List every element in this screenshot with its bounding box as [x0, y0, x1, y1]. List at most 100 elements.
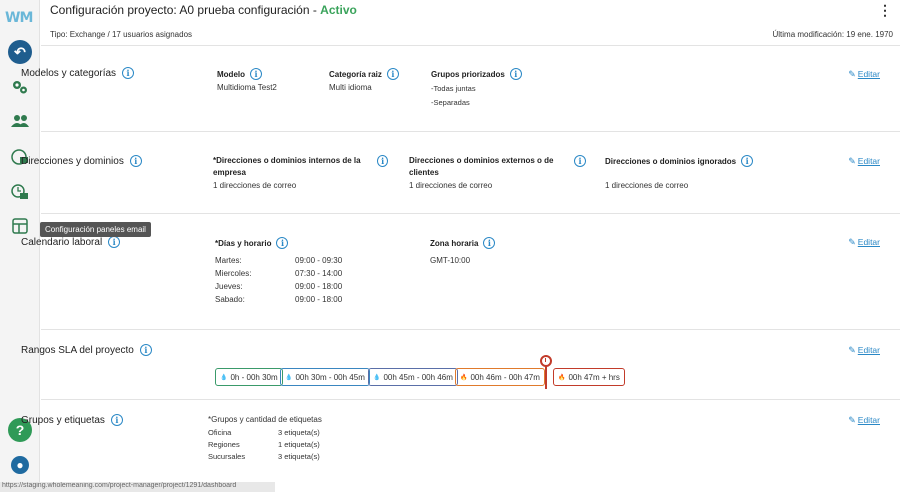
category-label: Categoría raiz i	[329, 68, 399, 80]
app-root: WM ↶ ? ● Configuración paneles email Con…	[0, 0, 900, 492]
schedule-row: Sabado: 09:00 - 18:00	[215, 295, 342, 304]
user-avatar-icon[interactable]: ●	[11, 456, 29, 474]
group-name: Oficina	[208, 428, 232, 437]
sla-range-chip: 💧 00h 30m - 00h 45m	[280, 368, 370, 386]
priority-groups-label: Grupos priorizados i	[431, 68, 522, 80]
group-count: 1 etiqueta(s)	[278, 440, 320, 449]
users-icon[interactable]	[8, 109, 32, 133]
priority-group-item: -Todas juntas	[431, 84, 476, 93]
info-icon[interactable]: i	[108, 236, 121, 248]
info-icon[interactable]: i	[386, 68, 399, 80]
section-title-text: Modelos y categorías	[21, 67, 117, 79]
info-icon[interactable]: i	[377, 155, 388, 167]
section-title-text: Direcciones y dominios	[21, 155, 124, 167]
fire-icon: 🔥	[558, 374, 566, 381]
edit-icon: ✎	[848, 345, 856, 355]
internal-domains-label-text: *Direcciones o dominios internos de la e…	[213, 156, 361, 177]
edit-label: Editar	[857, 345, 880, 355]
edit-sla-link[interactable]: ✎ Editar	[848, 345, 880, 356]
back-icon[interactable]: ↶	[8, 40, 32, 64]
sla-range-chip: 💧 0h - 00h 30m	[215, 368, 283, 386]
section-title-text: Calendario laboral	[21, 236, 103, 248]
internal-domains-value: 1 direcciones de correo	[213, 181, 297, 190]
project-type: Tipo: Exchange / 17 usuarios asignados	[50, 30, 193, 39]
sla-range-label: 00h 47m + hrs	[568, 372, 620, 382]
group-name: Regiones	[208, 440, 240, 449]
info-icon[interactable]: i	[129, 155, 142, 167]
section-title-calendar: Calendario laboral i	[21, 236, 121, 248]
edit-icon: ✎	[848, 156, 856, 166]
group-row: Regiones 1 etiqueta(s)	[208, 440, 320, 449]
drop-icon: 💧	[373, 374, 381, 381]
category-value: Multi idioma	[329, 83, 372, 92]
info-icon[interactable]: i	[276, 237, 289, 249]
section-title-text: Rangos SLA del proyecto	[21, 344, 134, 356]
clock-icon	[540, 355, 552, 367]
ignored-domains-label: Direcciones o dominios ignorados i	[605, 155, 754, 167]
email-time-icon[interactable]	[8, 180, 32, 204]
sla-range-chip: 🔥 00h 47m + hrs	[553, 368, 625, 386]
schedule-hours: 09:00 - 18:00	[295, 295, 343, 304]
group-count: 3 etiqueta(s)	[278, 428, 320, 437]
info-icon[interactable]: i	[250, 68, 262, 80]
fire-icon: 🔥	[460, 374, 468, 381]
info-icon[interactable]: i	[741, 155, 754, 167]
info-icon[interactable]: i	[122, 67, 135, 79]
edit-label: Editar	[857, 237, 880, 247]
model-label: Modelo i	[217, 68, 262, 80]
edit-groups-link[interactable]: ✎ Editar	[848, 415, 880, 426]
schedule-day: Miercoles:	[215, 269, 252, 278]
sla-range-label: 00h 46m - 00h 47m	[470, 372, 540, 382]
drop-icon: 💧	[220, 374, 228, 381]
section-calendar	[41, 214, 900, 330]
section-title-domains: Direcciones y dominios i	[21, 155, 142, 167]
info-icon[interactable]: i	[509, 68, 522, 80]
info-icon[interactable]: i	[574, 155, 586, 167]
sla-range-label: 0h - 00h 30m	[230, 372, 278, 382]
schedule-row: Jueves: 09:00 - 18:00	[215, 282, 342, 291]
timezone-label: Zona horaria i	[430, 237, 496, 249]
group-count: 3 etiqueta(s)	[278, 452, 320, 461]
schedule-day: Jueves:	[215, 282, 243, 291]
schedule-label-text: *Días y horario	[215, 238, 272, 248]
drop-icon: 💧	[285, 374, 293, 381]
schedule-hours: 09:00 - 18:00	[295, 282, 343, 291]
external-domains-value: 1 direcciones de correo	[409, 181, 493, 190]
edit-domains-link[interactable]: ✎ Editar	[848, 156, 880, 167]
schedule-hours: 09:00 - 09:30	[295, 256, 343, 265]
external-domains-label-text: Direcciones o dominios externos o de cli…	[409, 156, 554, 177]
schedule-row: Martes: 09:00 - 09:30	[215, 256, 342, 265]
model-value: Multidioma Test2	[217, 83, 277, 92]
schedule-hours: 07:30 - 14:00	[295, 269, 343, 278]
edit-icon: ✎	[848, 69, 856, 79]
page-title-text: Configuración proyecto: A0 prueba config…	[50, 3, 321, 17]
section-title-models: Modelos y categorías i	[21, 67, 135, 79]
edit-label: Editar	[857, 415, 880, 425]
timezone-value: GMT-10:00	[430, 256, 471, 265]
sla-range-label: 00h 45m - 00h 46m	[383, 372, 453, 382]
info-icon[interactable]: i	[139, 344, 152, 356]
edit-models-link[interactable]: ✎ Editar	[848, 69, 880, 80]
schedule-day: Martes:	[215, 256, 242, 265]
ignored-domains-value: 1 direcciones de correo	[605, 181, 689, 190]
page-header: Configuración proyecto: A0 prueba config…	[41, 0, 900, 22]
section-sla	[41, 330, 900, 400]
browser-status-url: https://staging.wholemeaning.com/project…	[0, 482, 275, 492]
last-modified: Última modificación: 19 ene. 1970	[772, 30, 893, 39]
edit-calendar-link[interactable]: ✎ Editar	[848, 237, 880, 248]
sla-range-chip: 🔥 00h 46m - 00h 47m	[455, 368, 545, 386]
info-icon[interactable]: i	[483, 237, 496, 249]
more-menu-icon[interactable]: ⋮	[878, 2, 892, 19]
edit-icon: ✎	[848, 237, 856, 247]
category-label-text: Categoría raiz	[329, 69, 382, 79]
group-row: Oficina 3 etiqueta(s)	[208, 428, 320, 437]
sidebar-tooltip: Configuración paneles email	[40, 222, 151, 237]
model-label-text: Modelo	[217, 69, 245, 79]
sla-range-chip: 💧 00h 45m - 00h 46m	[368, 368, 458, 386]
section-title-groups: Grupos y etiquetas i	[21, 414, 123, 426]
email-panel-icon[interactable]	[8, 214, 32, 238]
section-title-sla: Rangos SLA del proyecto i	[21, 344, 152, 356]
group-name: Sucursales	[208, 452, 246, 461]
info-icon[interactable]: i	[110, 414, 123, 426]
ignored-domains-label-text: Direcciones o dominios ignorados	[605, 156, 737, 166]
